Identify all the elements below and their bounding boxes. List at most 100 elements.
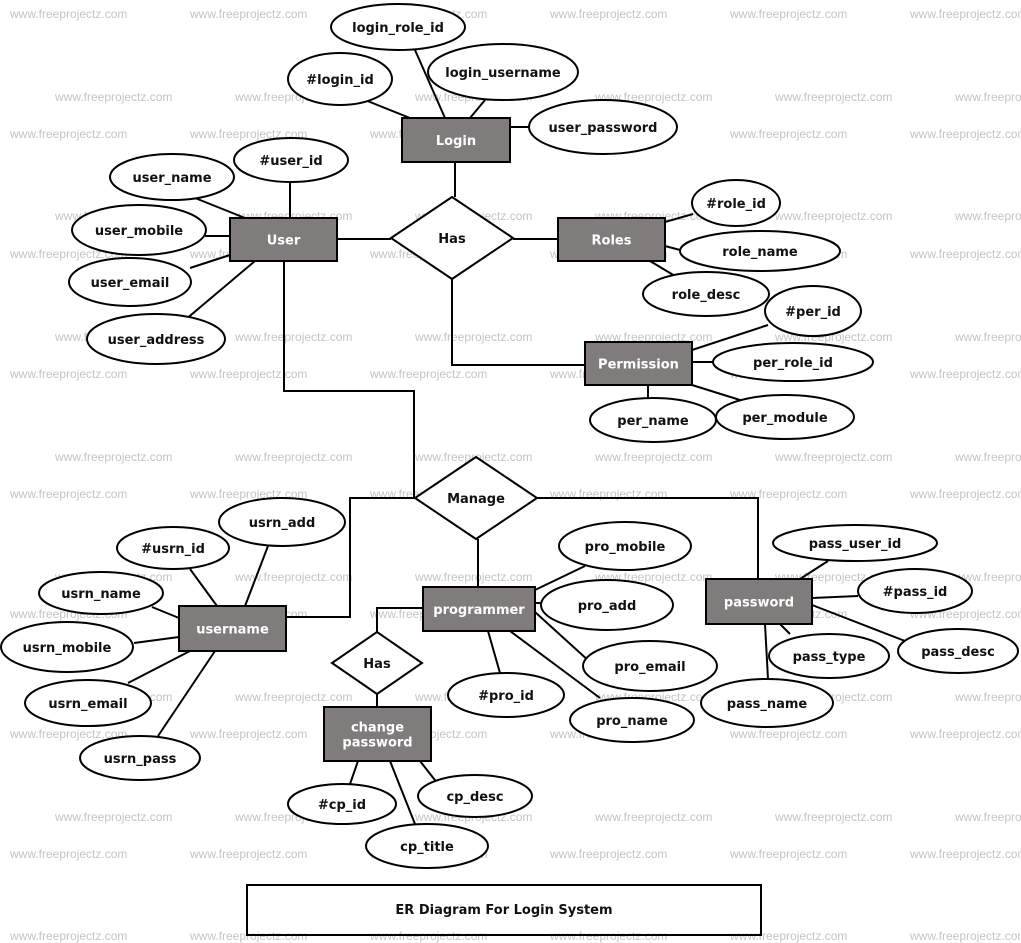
attribute-usrn-pass[interactable]: usrn_pass [79, 735, 201, 781]
relationship-has-cp[interactable]: Has [330, 630, 424, 696]
primary-key-label: #role_id [706, 197, 766, 212]
attribute-pass-user-id[interactable]: pass_user_id [772, 524, 938, 562]
attribute-label: pass_type [793, 650, 866, 665]
attribute-pass-desc[interactable]: pass_desc [897, 628, 1019, 674]
entity-password[interactable]: password [705, 578, 813, 625]
attribute-usrn-id[interactable]: #usrn_id [116, 526, 230, 570]
attribute-connector [764, 623, 769, 680]
entity-roles[interactable]: Roles [557, 217, 666, 262]
attribute-label: pro_email [614, 660, 685, 675]
relationship-connector [376, 607, 423, 632]
relationship-manage[interactable]: Manage [413, 455, 539, 541]
entity-change-password[interactable]: changepassword [323, 706, 432, 762]
relationship-label: Has [363, 657, 391, 672]
attribute-cp-title[interactable]: cp_title [365, 823, 489, 869]
attribute-user-mobile[interactable]: user_mobile [71, 204, 207, 256]
attribute-login-username[interactable]: login_username [427, 43, 579, 101]
relationship-has-main[interactable]: Has [389, 195, 515, 281]
primary-key-label: #pro_id [478, 689, 534, 704]
attribute-connector [389, 760, 416, 825]
attribute-pro-id[interactable]: #pro_id [447, 672, 565, 718]
attribute-connector [487, 630, 501, 674]
attribute-label: usrn_add [249, 516, 316, 531]
entity-user[interactable]: User [229, 217, 338, 262]
attribute-connector [649, 260, 676, 277]
attribute-connector [364, 99, 411, 119]
attribute-user-id[interactable]: #user_id [233, 137, 349, 183]
attribute-usrn-name[interactable]: usrn_name [38, 571, 164, 615]
entity-label: User [267, 234, 301, 249]
entity-username[interactable]: username [178, 605, 287, 652]
primary-key-label: #user_id [259, 154, 322, 169]
attribute-usrn-add[interactable]: usrn_add [218, 497, 346, 547]
attribute-connector [799, 560, 829, 580]
primary-key-label: #pass_id [883, 585, 948, 600]
relationship-label: Manage [447, 492, 505, 507]
attribute-label: login_role_id [352, 21, 444, 36]
attribute-label: pass_desc [921, 645, 995, 660]
entity-permission[interactable]: Permission [584, 341, 693, 386]
entity-label: password [724, 596, 794, 611]
attribute-pro-name[interactable]: pro_name [569, 697, 695, 743]
attribute-pass-type[interactable]: pass_type [768, 633, 890, 679]
attribute-usrn-mobile[interactable]: usrn_mobile [0, 621, 134, 673]
attribute-login-role-id[interactable]: login_role_id [330, 3, 466, 51]
attribute-label: user_password [549, 121, 658, 136]
attribute-label: usrn_pass [104, 752, 177, 767]
attribute-usrn-email[interactable]: usrn_email [24, 679, 152, 727]
entity-label: programmer [433, 603, 525, 618]
attribute-label: user_name [132, 171, 211, 186]
er-diagram: Login User Roles Permission username programm… [0, 3, 1019, 869]
attribute-pass-id[interactable]: #pass_id [857, 568, 973, 614]
attribute-label: per_module [742, 411, 828, 426]
attribute-connector [184, 260, 256, 321]
primary-key-label: #login_id [306, 73, 374, 88]
attribute-pro-mobile[interactable]: pro_mobile [558, 521, 692, 571]
attribute-connector [469, 99, 486, 119]
entity-label: Login [436, 134, 476, 149]
attribute-role-desc[interactable]: role_desc [642, 271, 770, 317]
attribute-user-password[interactable]: user_password [528, 99, 678, 155]
attribute-connector [151, 606, 180, 619]
entity-label: username [196, 623, 269, 638]
attribute-connector [691, 384, 741, 401]
attribute-user-email[interactable]: user_email [68, 257, 192, 307]
relationship-label: Has [438, 232, 466, 247]
entity-login[interactable]: Login [401, 117, 511, 163]
relationship-connector [283, 261, 415, 499]
attribute-per-module[interactable]: per_module [715, 394, 855, 440]
attribute-label: cp_title [400, 840, 454, 855]
diagram-title-box: ER Diagram For Login System [246, 884, 762, 936]
entity-label: Permission [598, 358, 679, 373]
attribute-label: pro_add [578, 599, 637, 614]
attribute-connector [244, 545, 269, 607]
attribute-cp-id[interactable]: #cp_id [287, 783, 397, 825]
attribute-connector [349, 760, 359, 785]
attribute-per-role-id[interactable]: per_role_id [712, 342, 874, 382]
attribute-role-id[interactable]: #role_id [691, 179, 781, 227]
attribute-login-id[interactable]: #login_id [287, 52, 393, 106]
attribute-per-name[interactable]: per_name [589, 397, 717, 443]
attribute-connector [133, 636, 180, 644]
attribute-user-name[interactable]: user_name [109, 153, 235, 201]
attribute-connector [189, 568, 218, 607]
attribute-label: role_desc [672, 288, 741, 303]
relationship-connector [451, 279, 585, 366]
attribute-role-name[interactable]: role_name [679, 230, 841, 272]
attribute-label: login_username [445, 66, 561, 81]
attribute-label: usrn_name [61, 587, 141, 602]
attribute-pro-add[interactable]: pro_add [540, 579, 674, 631]
attribute-pro-email[interactable]: pro_email [582, 640, 718, 692]
attribute-user-address[interactable]: user_address [86, 313, 226, 365]
primary-key-label: #per_id [785, 305, 841, 320]
attribute-label: pass_user_id [809, 537, 902, 552]
attribute-pass-name[interactable]: pass_name [700, 678, 834, 728]
attribute-label: pass_name [727, 697, 808, 712]
entity-programmer[interactable]: programmer [422, 586, 536, 632]
attribute-label: usrn_mobile [23, 641, 112, 656]
attribute-per-id[interactable]: #per_id [764, 285, 862, 337]
attribute-label: per_name [617, 414, 689, 429]
attribute-connector [127, 650, 191, 684]
attribute-cp-desc[interactable]: cp_desc [417, 774, 533, 818]
attribute-label: pro_name [596, 714, 668, 729]
